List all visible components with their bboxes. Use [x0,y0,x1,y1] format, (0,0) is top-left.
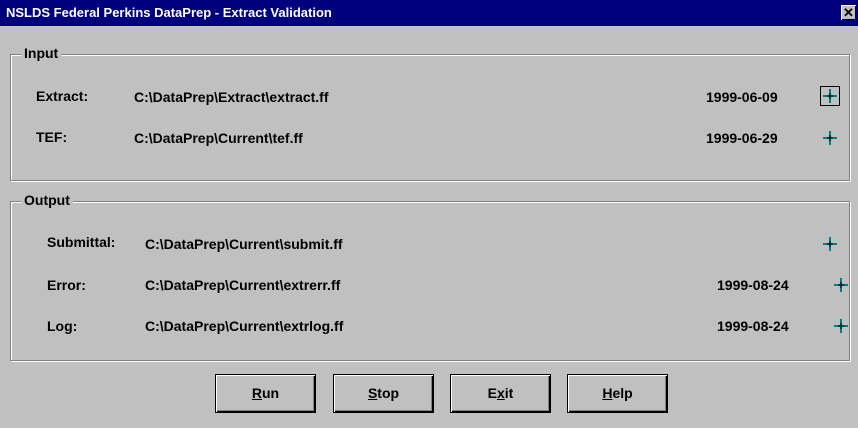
exit-button[interactable]: Exit [450,374,551,413]
tef-path: C:\DataPrep\Current\tef.ff [134,130,303,146]
exit-button-label-pre: E [487,385,497,401]
extract-browse-button[interactable] [820,86,840,106]
crosshair-icon [834,319,848,333]
error-browse-button[interactable] [831,275,851,295]
run-button-mnemonic: R [251,385,262,401]
error-label: Error: [47,277,86,293]
crosshair-icon [823,131,837,145]
submittal-path: C:\DataPrep\Current\submit.ff [145,236,343,252]
stop-button-mnemonic: S [367,385,378,401]
input-group: Input [10,45,850,181]
error-date: 1999-08-24 [717,277,789,293]
tef-browse-button[interactable] [820,128,840,148]
crosshair-icon [823,237,837,251]
crosshair-icon [823,89,837,103]
tef-date: 1999-06-29 [706,130,778,146]
log-label: Log: [47,318,78,334]
output-group-legend: Output [21,192,73,208]
stop-button-label-post: top [377,385,400,401]
title-bar: NSLDS Federal Perkins DataPrep - Extract… [0,0,858,26]
help-button-mnemonic: H [602,385,613,401]
help-button[interactable]: Help [567,374,668,413]
extract-label: Extract: [36,88,89,104]
log-path: C:\DataPrep\Current\extrlog.ff [145,318,344,334]
crosshair-icon [834,278,848,292]
window-title: NSLDS Federal Perkins DataPrep - Extract… [6,5,332,20]
submittal-label: Submittal: [47,234,116,250]
log-date: 1999-08-24 [717,318,789,334]
run-button-label-post: un [262,385,280,401]
submittal-browse-button[interactable] [820,234,840,254]
help-button-label-post: elp [612,385,633,401]
tef-label: TEF: [36,129,68,145]
error-path: C:\DataPrep\Current\extrerr.ff [145,277,341,293]
exit-button-label-post: it [504,385,514,401]
extract-path: C:\DataPrep\Extract\extract.ff [134,89,329,105]
input-group-legend: Input [21,45,62,61]
close-button[interactable]: ✕ [841,5,856,20]
extract-date: 1999-06-09 [706,89,778,105]
extract-validation-window: NSLDS Federal Perkins DataPrep - Extract… [0,0,858,428]
stop-button[interactable]: Stop [333,374,434,413]
exit-button-mnemonic: x [496,385,505,401]
run-button[interactable]: Run [215,374,316,413]
log-browse-button[interactable] [831,316,851,336]
